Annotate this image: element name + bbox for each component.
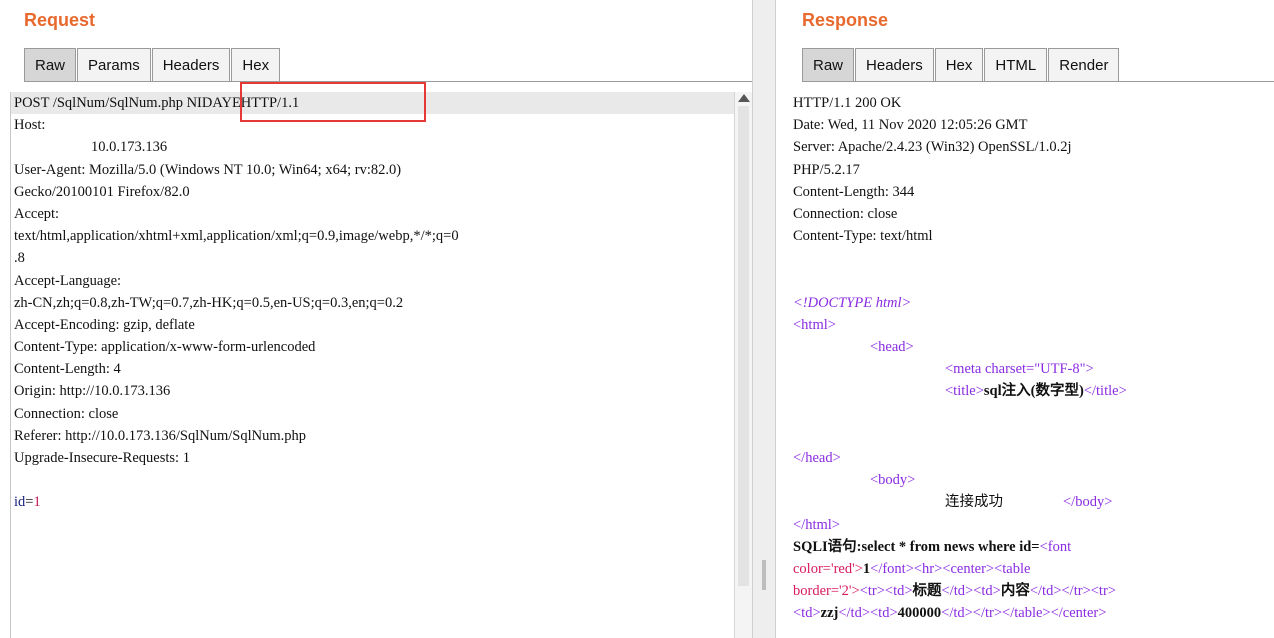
body-text-line: 连接成功 </body> bbox=[790, 491, 1274, 513]
header-line: Content-Length: 344 bbox=[793, 183, 915, 200]
tab-raw[interactable]: Raw bbox=[802, 48, 855, 81]
highlight-box bbox=[240, 82, 426, 122]
request-title: Request bbox=[24, 10, 96, 30]
body-param-line: id=1 bbox=[14, 494, 41, 511]
tab-hex[interactable]: Hex bbox=[231, 48, 281, 81]
mid1: </td><td> bbox=[941, 583, 1001, 600]
request-scrollbar[interactable] bbox=[734, 92, 752, 638]
header-line: Server: Apache/2.4.23 (Win32) OpenSSL/1.… bbox=[793, 139, 1072, 156]
font-close-tags: </font><hr><center><table bbox=[870, 560, 1031, 577]
header-line: User-Agent: Mozilla/5.0 (Windows NT 10.0… bbox=[14, 161, 402, 178]
meta-line: <meta charset="UTF-8"> bbox=[790, 358, 1274, 380]
doctype: <!DOCTYPE html> bbox=[793, 294, 912, 311]
table-line: border='2'><tr><td>标题</td><td>内容</td></t… bbox=[790, 580, 1274, 602]
tab-html[interactable]: HTML bbox=[984, 48, 1048, 81]
mid2: </td><td> bbox=[838, 605, 898, 622]
html-close-line: </html> bbox=[790, 514, 1274, 536]
header-line: Connection: close bbox=[14, 405, 119, 422]
divider-grip-icon[interactable] bbox=[762, 560, 766, 590]
header-line: Content-Type: text/html bbox=[793, 228, 933, 245]
sqli-line: SQLI语句:select * from news where id=<font bbox=[790, 536, 1274, 558]
param-value: 1 bbox=[33, 494, 41, 511]
end2: </td></tr></table></center> bbox=[941, 605, 1107, 622]
table-attr: border='2'> bbox=[793, 583, 860, 600]
header-line: 10.0.173.136 bbox=[91, 139, 168, 156]
html-open-line: <html> bbox=[790, 314, 1274, 336]
body-text: 连接成功 bbox=[945, 494, 1003, 511]
tab-params[interactable]: Params bbox=[77, 48, 151, 81]
header-line: Accept-Encoding: gzip, deflate bbox=[14, 316, 195, 333]
header-line: .8 bbox=[14, 250, 25, 267]
request-panel: Request Raw Params Headers Hex POST /Sql… bbox=[0, 0, 752, 638]
title-open-tag: <title> bbox=[945, 383, 984, 400]
tab-render[interactable]: Render bbox=[1048, 48, 1120, 81]
request-tabs: Raw Params Headers Hex bbox=[24, 48, 281, 82]
row2-line: <td>zzj</td><td>400000</td></tr></table>… bbox=[790, 602, 1274, 624]
col1: 标题 bbox=[912, 583, 942, 600]
font-attr: color='red'> bbox=[793, 560, 863, 577]
cell1: zzj bbox=[820, 605, 839, 622]
header-line: PHP/5.2.17 bbox=[793, 161, 860, 178]
header-line: Accept: bbox=[14, 205, 60, 222]
row2-start: <td> bbox=[793, 605, 821, 622]
response-panel: Response Raw Headers Hex HTML Render HTT… bbox=[776, 0, 1274, 638]
doctype-line: <!DOCTYPE html> bbox=[790, 292, 1274, 314]
header-line: Gecko/20100101 Firefox/82.0 bbox=[14, 183, 190, 200]
head-close-line: </head> bbox=[790, 447, 1274, 469]
end1: </td></tr><tr> bbox=[1029, 583, 1116, 600]
header-line: Referer: http://10.0.173.136/SqlNum/SqlN… bbox=[14, 427, 307, 444]
body-close-tag: </body> bbox=[1063, 494, 1113, 511]
font-open-tag: <font bbox=[1039, 538, 1072, 555]
status-line: HTTP/1.1 200 OK bbox=[793, 95, 902, 111]
row1-tags: <tr><td> bbox=[859, 583, 913, 600]
header-line: text/html,application/xhtml+xml,applicat… bbox=[14, 228, 459, 245]
header-line: zh-CN,zh;q=0.8,zh-TW;q=0.7,zh-HK;q=0.5,e… bbox=[14, 294, 404, 311]
sqli-label: SQLI语句:select * from news where id= bbox=[793, 538, 1040, 555]
html-tag: <html> bbox=[793, 316, 836, 333]
header-line: Accept-Language: bbox=[14, 272, 122, 289]
cell2: 400000 bbox=[897, 605, 942, 622]
response-editor[interactable]: HTTP/1.1 200 OK Date: Wed, 11 Nov 2020 1… bbox=[790, 92, 1274, 638]
col2: 内容 bbox=[1000, 583, 1030, 600]
param-name: id bbox=[14, 494, 26, 511]
title-close-tag: </title> bbox=[1083, 383, 1127, 400]
header-line: Date: Wed, 11 Nov 2020 12:05:26 GMT bbox=[793, 117, 1028, 134]
meta-tag: <meta charset="UTF-8"> bbox=[945, 361, 1094, 378]
tab-hex[interactable]: Hex bbox=[934, 48, 984, 81]
scroll-thumb[interactable] bbox=[738, 106, 749, 586]
header-line: Content-Length: 4 bbox=[14, 361, 121, 378]
head-open-line: <head> bbox=[790, 336, 1274, 358]
tab-raw[interactable]: Raw bbox=[24, 48, 77, 81]
response-tabs: Raw Headers Hex HTML Render bbox=[802, 48, 1120, 82]
body-open-line: <body> bbox=[790, 469, 1274, 491]
response-title: Response bbox=[802, 10, 889, 30]
title-line: <title>sql注入(数字型)</title> bbox=[790, 380, 1274, 402]
tab-headers[interactable]: Headers bbox=[151, 48, 231, 81]
html-close-tag: </html> bbox=[793, 516, 840, 533]
header-line: Upgrade-Insecure-Requests: 1 bbox=[14, 450, 190, 466]
tab-underline bbox=[802, 81, 1274, 82]
font-line: color='red'>1</font><hr><center><table bbox=[790, 558, 1274, 580]
head-tag: <head> bbox=[870, 339, 914, 356]
header-line: Content-Type: application/x-www-form-url… bbox=[14, 339, 316, 356]
body-tag: <body> bbox=[870, 472, 916, 489]
tab-headers[interactable]: Headers bbox=[855, 48, 934, 81]
header-line: Connection: close bbox=[793, 205, 898, 222]
title-text: sql注入(数字型) bbox=[983, 383, 1084, 400]
head-close-tag: </head> bbox=[793, 450, 841, 466]
panel-divider[interactable] bbox=[752, 0, 776, 638]
scroll-up-arrow-icon[interactable] bbox=[738, 94, 750, 102]
header-line: Origin: http://10.0.173.136 bbox=[14, 383, 171, 400]
request-editor[interactable]: POST /SqlNum/SqlNum.php NIDAYEHTTP/1.1 H… bbox=[10, 92, 734, 638]
